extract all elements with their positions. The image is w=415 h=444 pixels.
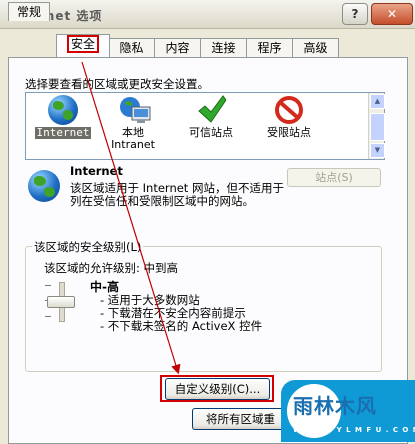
watermark-url: W W W . Y L M F U . C O M <box>293 426 415 434</box>
annotation-arrow-icon <box>81 61 181 375</box>
tab-security[interactable]: 安全 <box>56 34 110 57</box>
watermark-logo: 雨林木风 W W W . Y L M F U . C O M <box>281 380 415 442</box>
tab-label: 安全 <box>66 35 99 53</box>
watermark-text: 雨林木风 <box>293 394 377 418</box>
